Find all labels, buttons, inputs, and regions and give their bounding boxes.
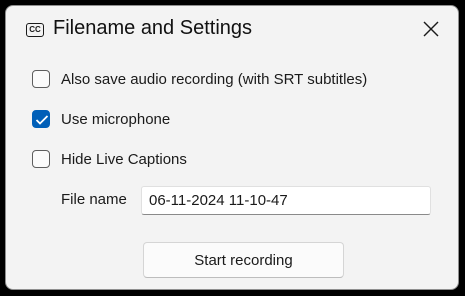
- filename-input[interactable]: [141, 186, 431, 215]
- save-audio-label: Also save audio recording (with SRT subt…: [61, 70, 368, 88]
- use-microphone-label: Use microphone: [61, 110, 171, 128]
- hide-live-captions-checkbox[interactable]: [32, 150, 50, 168]
- option-save-audio[interactable]: Also save audio recording (with SRT subt…: [32, 68, 367, 90]
- start-recording-button[interactable]: Start recording: [143, 242, 344, 278]
- close-button[interactable]: [418, 16, 444, 42]
- save-audio-checkbox[interactable]: [32, 70, 50, 88]
- window-title: Filename and Settings: [53, 17, 253, 39]
- settings-dialog: CC Filename and Settings Also save audio…: [5, 5, 459, 290]
- close-icon: [423, 21, 439, 37]
- use-microphone-checkbox[interactable]: [32, 110, 50, 128]
- hide-live-captions-label: Hide Live Captions: [61, 150, 187, 168]
- checkmark-icon: [35, 115, 49, 125]
- closed-captions-icon: CC: [26, 23, 44, 37]
- option-hide-live-captions[interactable]: Hide Live Captions: [32, 148, 187, 170]
- option-use-microphone[interactable]: Use microphone: [32, 108, 170, 130]
- filename-label: File name: [61, 191, 127, 208]
- title-bar: CC Filename and Settings: [6, 6, 458, 52]
